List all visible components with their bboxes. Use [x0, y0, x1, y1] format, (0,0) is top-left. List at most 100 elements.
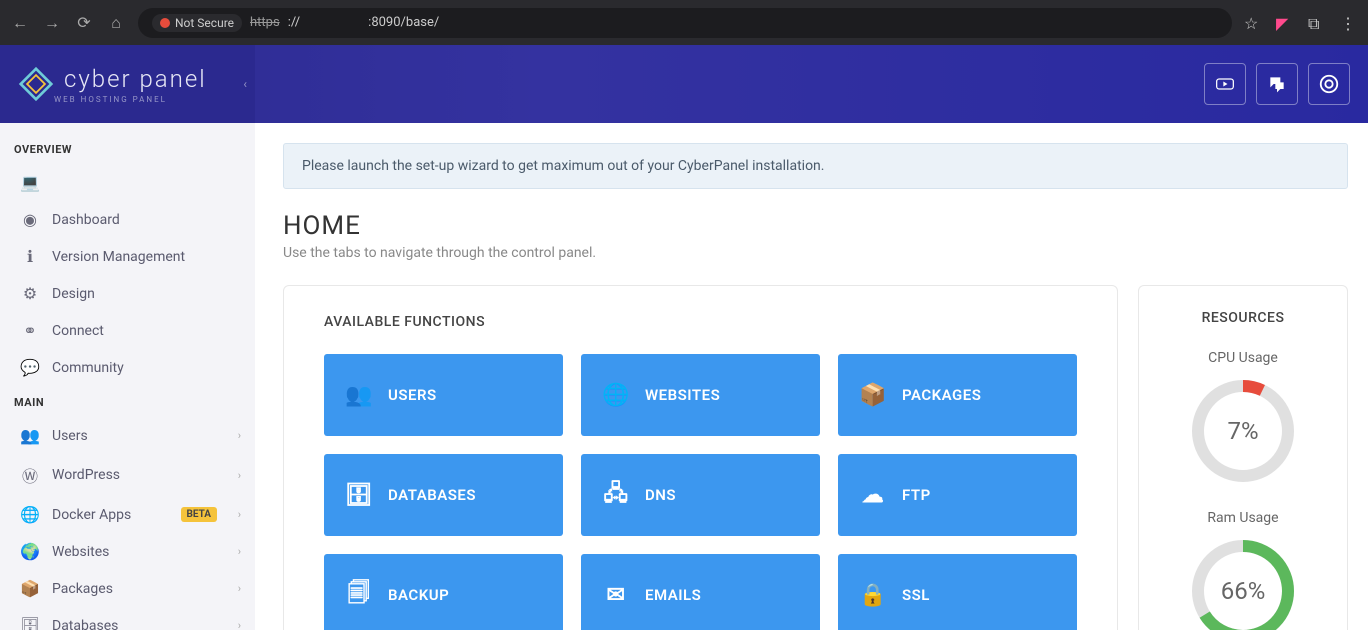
function-tile-label: SSL	[902, 586, 930, 604]
sidebar-collapse-button[interactable]: ‹	[243, 77, 247, 91]
function-tile-label: BACKUP	[388, 586, 449, 604]
dashboard-icon: ◉	[18, 210, 42, 229]
url-sep: ://	[288, 15, 300, 30]
sidebar-item-version-management[interactable]: ℹVersion Management	[0, 238, 255, 275]
brand-subtitle: WEB HOSTING PANEL	[54, 95, 207, 104]
youtube-button[interactable]	[1204, 63, 1246, 105]
not-secure-badge: Not Secure	[152, 14, 242, 32]
browser-chrome: ← → ⟳ ⌂ Not Secure https:// :8090/base/ …	[0, 0, 1368, 45]
sidebar-item-users[interactable]: 👥 Users ›	[0, 417, 255, 454]
function-tile-packages[interactable]: 📦PACKAGES	[838, 354, 1077, 436]
sidebar-item-label: Users	[52, 428, 88, 444]
function-tile-backup[interactable]: 🗐 BACKUP	[324, 554, 563, 630]
sidebar-item-label: Websites	[52, 544, 109, 560]
top-header: cyber panel WEB HOSTING PANEL ‹	[0, 45, 1368, 123]
laptop-icon: 💻	[18, 173, 42, 192]
sidebar-item-label: Community	[52, 360, 124, 376]
ram-gauge: 66%	[1188, 536, 1298, 630]
chat-button[interactable]	[1256, 63, 1298, 105]
sidebar-item-websites[interactable]: 🌍Websites›	[0, 533, 255, 570]
extensions-icon[interactable]: ⧉	[1308, 14, 1326, 32]
bookmark-icon[interactable]: ☆	[1244, 14, 1262, 32]
databases-icon: 🗄	[346, 483, 372, 508]
users-icon: 👥	[346, 383, 372, 408]
youtube-icon	[1215, 74, 1235, 94]
cpu-label: CPU Usage	[1153, 350, 1333, 366]
section-main-label: MAIN	[0, 386, 255, 417]
sidebar-item-design[interactable]: ⚙ Design	[0, 275, 255, 312]
users-icon: 👥	[18, 426, 42, 445]
function-tile-label: PACKAGES	[902, 386, 981, 404]
resources-card: RESOURCES CPU Usage 7% Ram Usage 66%	[1138, 285, 1348, 630]
sidebar-item-label: WordPress	[52, 467, 120, 483]
chevron-right-icon: ›	[238, 429, 241, 442]
help-button[interactable]	[1308, 63, 1350, 105]
sidebar-item-packages[interactable]: 📦Packages›	[0, 570, 255, 607]
forward-button[interactable]: →	[42, 13, 62, 33]
function-tile-ssl[interactable]: 🔒 SSL	[838, 554, 1077, 630]
gear-icon: ⚙	[18, 284, 42, 303]
logo-area[interactable]: cyber panel WEB HOSTING PANEL ‹	[0, 45, 255, 123]
ssl-icon: 🔒	[860, 583, 886, 608]
function-tile-ftp[interactable]: ☁ FTP	[838, 454, 1077, 536]
chevron-right-icon: ›	[238, 508, 241, 521]
sidebar-item-label: Packages	[52, 581, 113, 597]
setup-alert[interactable]: Please launch the set-up wizard to get m…	[283, 143, 1348, 189]
sidebar-item-connect[interactable]: ⚭Connect	[0, 312, 255, 349]
resources-title: RESOURCES	[1153, 310, 1333, 326]
ram-value: 66%	[1221, 577, 1266, 605]
function-tile-databases[interactable]: 🗄 DATABASES	[324, 454, 563, 536]
ram-label: Ram Usage	[1153, 510, 1333, 526]
not-secure-text: Not Secure	[175, 16, 234, 30]
sidebar-item-community[interactable]: 💬 Community	[0, 349, 255, 386]
home-button[interactable]: ⌂	[106, 13, 126, 33]
function-tile-websites[interactable]: 🌐 WEBSITES	[581, 354, 820, 436]
dns-icon: 🖧	[603, 476, 629, 514]
function-tile-label: FTP	[902, 486, 931, 504]
reload-button[interactable]: ⟳	[74, 13, 94, 33]
function-tile-dns[interactable]: 🖧DNS	[581, 454, 820, 536]
globe-icon: 🌐	[18, 505, 42, 524]
beta-badge: BETA	[181, 507, 218, 522]
chevron-right-icon: ›	[238, 469, 241, 482]
function-tile-users[interactable]: 👥 USERS	[324, 354, 563, 436]
chevron-right-icon: ›	[238, 582, 241, 595]
sidebar-item-label: Version Management	[52, 249, 185, 265]
sidebar-item-label: Docker Apps	[52, 507, 131, 523]
sidebar-item-wordpress[interactable]: Ⓦ WordPress ›	[0, 454, 255, 496]
back-button[interactable]: ←	[10, 13, 30, 33]
sidebar-item-docker-apps[interactable]: 🌐 Docker Apps BETA ›	[0, 496, 255, 533]
ftp-icon: ☁	[860, 483, 886, 508]
logo-icon	[18, 66, 54, 102]
sidebar-item-label: Dashboard	[52, 212, 120, 228]
function-tile-label: USERS	[388, 386, 437, 404]
sidebar-item-label: Databases	[52, 618, 118, 630]
page-title: HOME	[283, 211, 1348, 241]
wordpress-icon: Ⓦ	[18, 463, 42, 487]
sidebar-item-dashboard[interactable]: ◉ Dashboard	[0, 201, 255, 238]
url-path: :8090/base/	[368, 15, 439, 30]
menu-icon[interactable]: ⋮	[1340, 14, 1358, 32]
globe2-icon: 🌍	[18, 542, 42, 561]
cpu-gauge: 7%	[1188, 376, 1298, 486]
websites-icon: 🌐	[603, 383, 629, 408]
page-subtitle: Use the tabs to navigate through the con…	[283, 245, 1348, 261]
sidebar-item-laptop[interactable]: 💻	[0, 164, 255, 201]
lifebuoy-icon	[1318, 73, 1340, 95]
sidebar-item-label: Design	[52, 286, 95, 302]
function-tile-emails[interactable]: ✉ EMAILS	[581, 554, 820, 630]
cpu-value: 7%	[1227, 417, 1258, 445]
backup-icon: 🗐	[346, 576, 372, 614]
emails-icon: ✉	[603, 583, 629, 608]
function-tile-label: DATABASES	[388, 486, 476, 504]
function-tile-label: WEBSITES	[645, 386, 720, 404]
share-icon: ⚭	[18, 321, 42, 340]
warning-icon	[160, 18, 170, 28]
chat-icon: 💬	[18, 358, 42, 377]
brand-name: cyber panel	[64, 65, 207, 93]
address-bar[interactable]: Not Secure https:// :8090/base/	[138, 8, 1232, 38]
database-icon: 🗄	[18, 616, 42, 630]
function-tile-label: EMAILS	[645, 586, 701, 604]
sidebar-item-databases[interactable]: 🗄Databases›	[0, 607, 255, 630]
flag-icon[interactable]: ◤	[1276, 14, 1294, 32]
